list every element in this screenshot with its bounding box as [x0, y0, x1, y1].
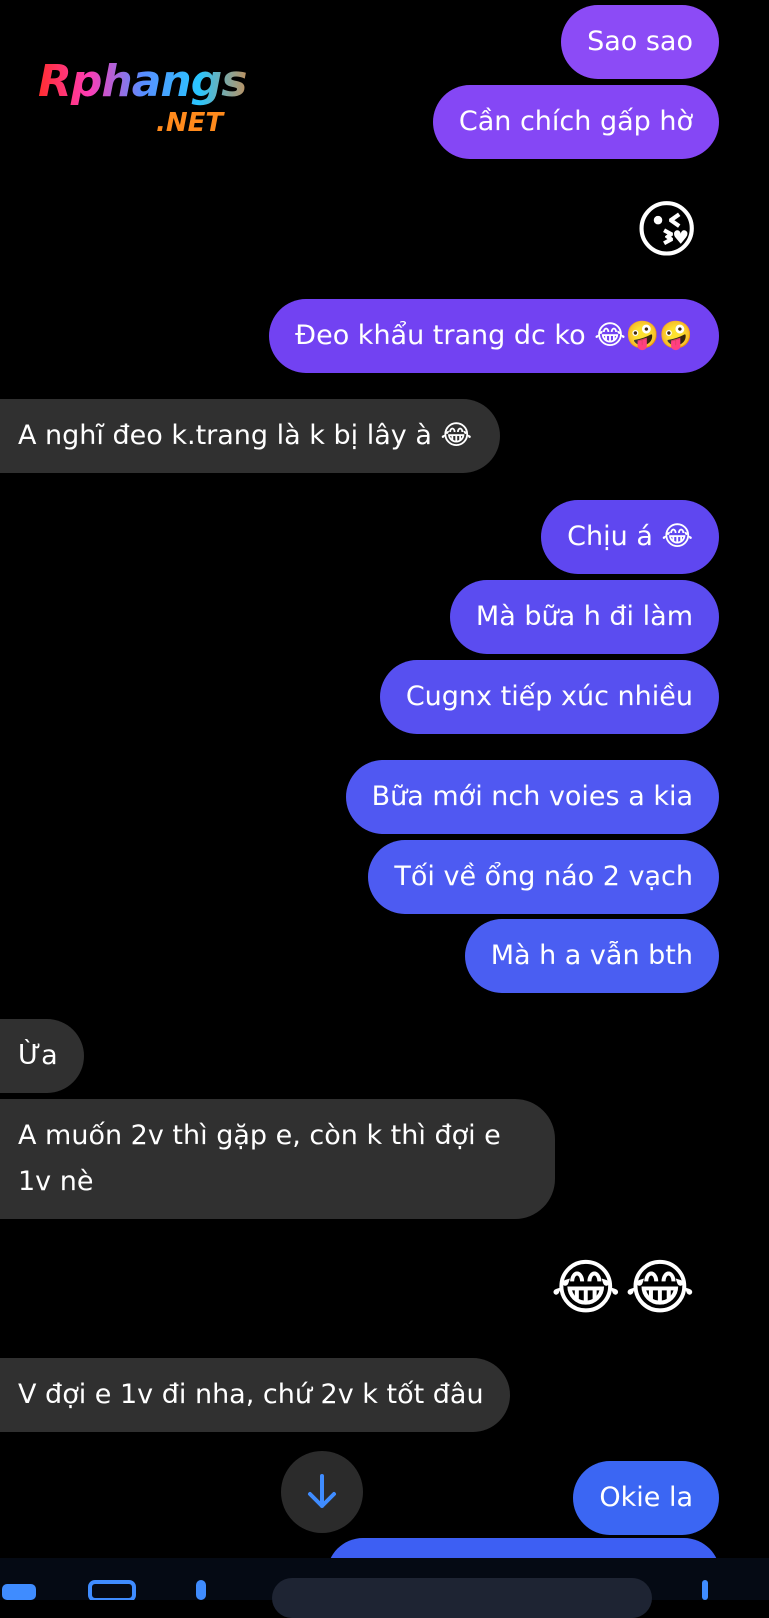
message-input[interactable]: [272, 1578, 652, 1618]
message-emoji-outgoing[interactable]: 😂😂: [551, 1253, 699, 1323]
message-bubble-outgoing[interactable]: Cugnx tiếp xúc nhiều: [379, 660, 719, 734]
message-bubble-outgoing[interactable]: Cần chích gấp hờ: [432, 85, 719, 159]
message-bubble-outgoing[interactable]: Sao sao: [561, 5, 719, 79]
message-bubble-outgoing[interactable]: Đeo khẩu trang dc ko 😂🤪🤪: [269, 299, 719, 373]
watermark-text-bottom: .NET: [156, 108, 224, 138]
message-bubble-outgoing[interactable]: Okie la: [573, 1461, 719, 1535]
like-icon[interactable]: [700, 1578, 730, 1600]
message-bubble-outgoing[interactable]: Tối về ổng náo 2 vạch: [368, 840, 719, 914]
message-bubble-outgoing[interactable]: Chịu á 😂: [541, 500, 719, 574]
message-bubble-incoming[interactable]: Ừa: [0, 1019, 84, 1093]
message-bubble-outgoing[interactable]: Mà h a vẫn bth: [464, 919, 719, 993]
message-bubble-outgoing[interactable]: Mà bữa h đi làm: [449, 580, 719, 654]
message-bubble-incoming[interactable]: A nghĩ đeo k.trang là k bị lây à 😂: [0, 399, 500, 473]
message-emoji-outgoing[interactable]: 😘: [634, 195, 699, 265]
message-bubble-incoming[interactable]: V đợi e 1v đi nha, chứ 2v k tốt đâu: [0, 1358, 510, 1432]
message-bubble-outgoing[interactable]: Bữa mới nch voies a kia: [345, 760, 719, 834]
scroll-to-bottom-button[interactable]: [281, 1451, 363, 1533]
arrow-down-icon: [308, 1474, 336, 1508]
camera-icon[interactable]: [0, 1578, 40, 1600]
message-bubble-incoming[interactable]: A muốn 2v thì gặp e, còn k thì đợi e 1v …: [0, 1099, 555, 1219]
image-icon[interactable]: [88, 1578, 138, 1600]
watermark-text-top: Rphangs: [38, 58, 268, 106]
microphone-icon[interactable]: [188, 1578, 214, 1600]
watermark-logo: Rphangs .NET: [38, 58, 268, 142]
